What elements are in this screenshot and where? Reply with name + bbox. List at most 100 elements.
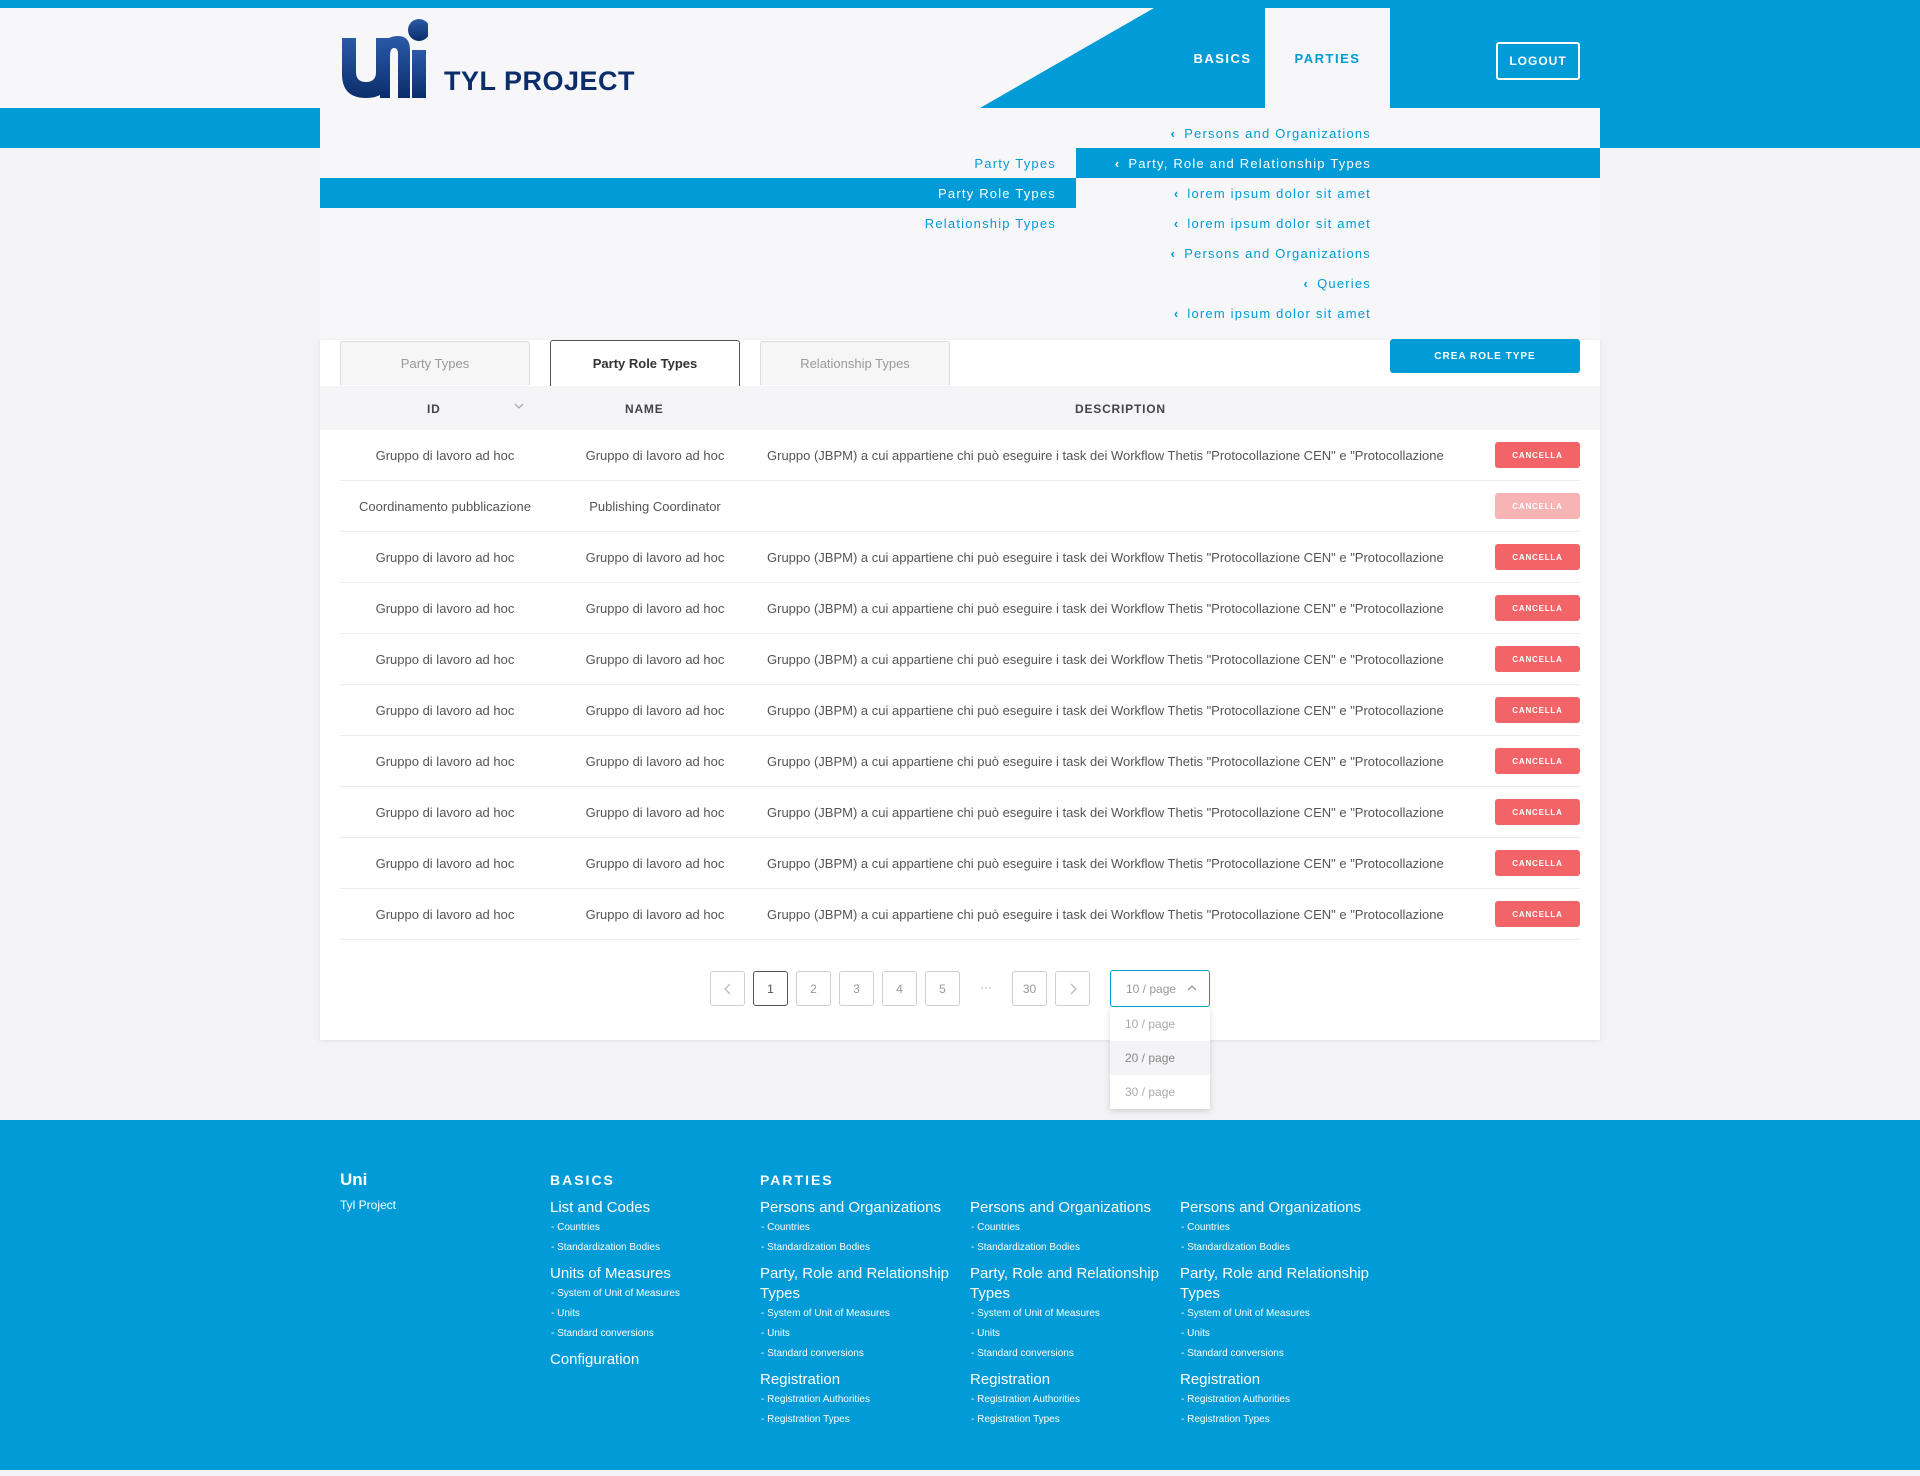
menu-item-lorem-1[interactable]: ‹ lorem ipsum dolor sit amet [1100, 186, 1371, 201]
footer-link-item[interactable]: - Registration Authorities [761, 1390, 960, 1410]
footer-link-item[interactable]: - Standardization Bodies [551, 1238, 750, 1258]
cell-id: Gruppo di lavoro ad hoc [375, 550, 515, 565]
brand-title: TYL PROJECT [444, 66, 636, 96]
footer-link-item[interactable]: - Countries [971, 1218, 1170, 1238]
pagination-page-30[interactable]: 30 [1012, 971, 1047, 1006]
footer-link-title[interactable]: Party, Role and Relationship Types [970, 1264, 1170, 1304]
footer-link-item[interactable]: - Standard conversions [971, 1344, 1170, 1364]
cell-id: Gruppo di lavoro ad hoc [375, 754, 515, 769]
delete-button[interactable]: CANCELLA [1495, 799, 1580, 825]
menu-item-persons-organizations[interactable]: ‹ Persons and Organizations [1100, 126, 1371, 141]
footer-link-item[interactable]: - Standardization Bodies [761, 1238, 960, 1258]
delete-button[interactable]: CANCELLA [1495, 493, 1580, 519]
footer-link-title[interactable]: List and Codes [550, 1198, 750, 1218]
footer-link-title[interactable]: Party, Role and Relationship Types [1180, 1264, 1380, 1304]
menu-item-party-types[interactable]: Party Types [800, 156, 1056, 171]
delete-button[interactable]: CANCELLA [1495, 646, 1580, 672]
footer-link-title[interactable]: Persons and Organizations [970, 1198, 1170, 1218]
table-row: Gruppo di lavoro ad hoc Gruppo di lavoro … [340, 685, 1580, 736]
footer-link-item[interactable]: - Countries [1181, 1218, 1380, 1238]
cell-id: Gruppo di lavoro ad hoc [375, 448, 515, 463]
tab-party-types[interactable]: Party Types [340, 341, 530, 385]
pagination-page-4[interactable]: 4 [882, 971, 917, 1006]
cell-id: Coordinamento pubblicazione [358, 499, 531, 514]
delete-button[interactable]: CANCELLA [1495, 442, 1580, 468]
footer-link-group: Persons and Organizations - Countries - St… [1180, 1198, 1380, 1258]
footer-link-title[interactable]: Registration [1180, 1370, 1380, 1390]
tab-relationship-types[interactable]: Relationship Types [760, 341, 950, 385]
tab-party-role-types[interactable]: Party Role Types [550, 340, 740, 386]
pagination-page-3[interactable]: 3 [839, 971, 874, 1006]
create-role-type-button[interactable]: CREA ROLE TYPE [1390, 339, 1580, 373]
footer-link-item[interactable]: - Standardization Bodies [971, 1238, 1170, 1258]
footer-link-title[interactable]: Persons and Organizations [760, 1198, 960, 1218]
delete-button[interactable]: CANCELLA [1495, 697, 1580, 723]
footer-link-title[interactable]: Registration [970, 1370, 1170, 1390]
footer-link-item[interactable]: - Registration Authorities [971, 1390, 1170, 1410]
menu-item-queries[interactable]: ‹ Queries [1100, 276, 1371, 291]
footer-link-item[interactable]: - System of Unit of Measures [551, 1284, 750, 1304]
delete-button[interactable]: CANCELLA [1495, 544, 1580, 570]
footer-link-item[interactable]: - Units [971, 1324, 1170, 1344]
footer-link-item[interactable]: - Countries [761, 1218, 960, 1238]
menu-item-party-role-relationship-types[interactable]: ‹ Party, Role and Relationship Types [1100, 156, 1371, 171]
menu-item-party-role-types[interactable]: Party Role Types [800, 186, 1056, 201]
footer-link-group: Registration - Registration Authorities - … [760, 1370, 960, 1430]
cell-description: Gruppo (JBPM) a cui appartiene chi può e… [767, 601, 1444, 616]
footer-link-item[interactable]: - Standard conversions [761, 1344, 960, 1364]
footer-link-item[interactable]: - Registration Types [761, 1410, 960, 1430]
footer-link-title[interactable]: Persons and Organizations [1180, 1198, 1380, 1218]
logout-button[interactable]: LOGOUT [1496, 42, 1580, 80]
footer-link-item[interactable]: - Standard conversions [1181, 1344, 1380, 1364]
nav-parties[interactable]: PARTIES [1265, 8, 1390, 108]
footer-link-item[interactable]: - Standard conversions [551, 1324, 750, 1344]
nav-basics[interactable]: BASICS [1180, 8, 1265, 108]
footer-link-item[interactable]: - Registration Types [1181, 1410, 1380, 1430]
chevron-left-icon: ‹ [1170, 246, 1177, 261]
delete-button[interactable]: CANCELLA [1495, 595, 1580, 621]
footer-link-title[interactable]: Registration [760, 1370, 960, 1390]
pagination-page-2[interactable]: 2 [796, 971, 831, 1006]
cell-name: Gruppo di lavoro ad hoc [585, 550, 725, 565]
cell-name: Publishing Coordinator [589, 499, 721, 514]
pagination-prev[interactable] [710, 971, 745, 1006]
footer-column-parties-3: Persons and Organizations - Countries - St… [1180, 1198, 1380, 1436]
column-header-name: NAME [625, 402, 664, 416]
footer-link-item[interactable]: - System of Unit of Measures [1181, 1304, 1380, 1324]
page-size-option-20[interactable]: 20 / page [1110, 1041, 1210, 1075]
footer-link-item[interactable]: - System of Unit of Measures [761, 1304, 960, 1324]
chevron-left-icon: ‹ [1114, 156, 1121, 171]
menu-item-lorem-3[interactable]: ‹ lorem ipsum dolor sit amet [1100, 306, 1371, 321]
footer-link-item[interactable]: - Units [1181, 1324, 1380, 1344]
pagination-page-1[interactable]: 1 [753, 971, 788, 1006]
footer-link-title[interactable]: Party, Role and Relationship Types [760, 1264, 960, 1304]
footer-link-item[interactable]: - Registration Types [971, 1410, 1170, 1430]
column-header-description: DESCRIPTION [1075, 402, 1166, 416]
footer [0, 1120, 1920, 1470]
menu-item-persons-organizations-2[interactable]: ‹ Persons and Organizations [1100, 246, 1371, 261]
footer-link-title[interactable]: Configuration [550, 1350, 750, 1370]
footer-link-item[interactable]: - Units [551, 1304, 750, 1324]
footer-link-item[interactable]: - Units [761, 1324, 960, 1344]
footer-link-title[interactable]: Units of Measures [550, 1264, 750, 1284]
menu-item-relationship-types[interactable]: Relationship Types [800, 216, 1056, 231]
footer-link-group: Units of Measures - System of Unit of Mea… [550, 1264, 750, 1344]
pagination-page-5[interactable]: 5 [925, 971, 960, 1006]
footer-link-item[interactable]: - Registration Authorities [1181, 1390, 1380, 1410]
chevron-left-icon: ‹ [1303, 276, 1310, 291]
footer-link-item[interactable]: - Standardization Bodies [1181, 1238, 1380, 1258]
page-size-select[interactable]: 10 / page [1110, 970, 1210, 1007]
sort-chevron-down-icon[interactable] [512, 399, 526, 413]
page-size-option-10[interactable]: 10 / page [1110, 1007, 1210, 1041]
column-header-id[interactable]: ID [427, 402, 441, 416]
delete-button[interactable]: CANCELLA [1495, 748, 1580, 774]
delete-button[interactable]: CANCELLA [1495, 901, 1580, 927]
delete-button[interactable]: CANCELLA [1495, 850, 1580, 876]
footer-link-item[interactable]: - System of Unit of Measures [971, 1304, 1170, 1324]
menu-item-lorem-2[interactable]: ‹ lorem ipsum dolor sit amet [1100, 216, 1371, 231]
pagination-next[interactable] [1055, 971, 1090, 1006]
footer-link-item[interactable]: - Countries [551, 1218, 750, 1238]
pagination-ellipsis[interactable]: ··· [980, 980, 992, 994]
footer-brand: Uni [340, 1170, 368, 1189]
page-size-option-30[interactable]: 30 / page [1110, 1075, 1210, 1109]
